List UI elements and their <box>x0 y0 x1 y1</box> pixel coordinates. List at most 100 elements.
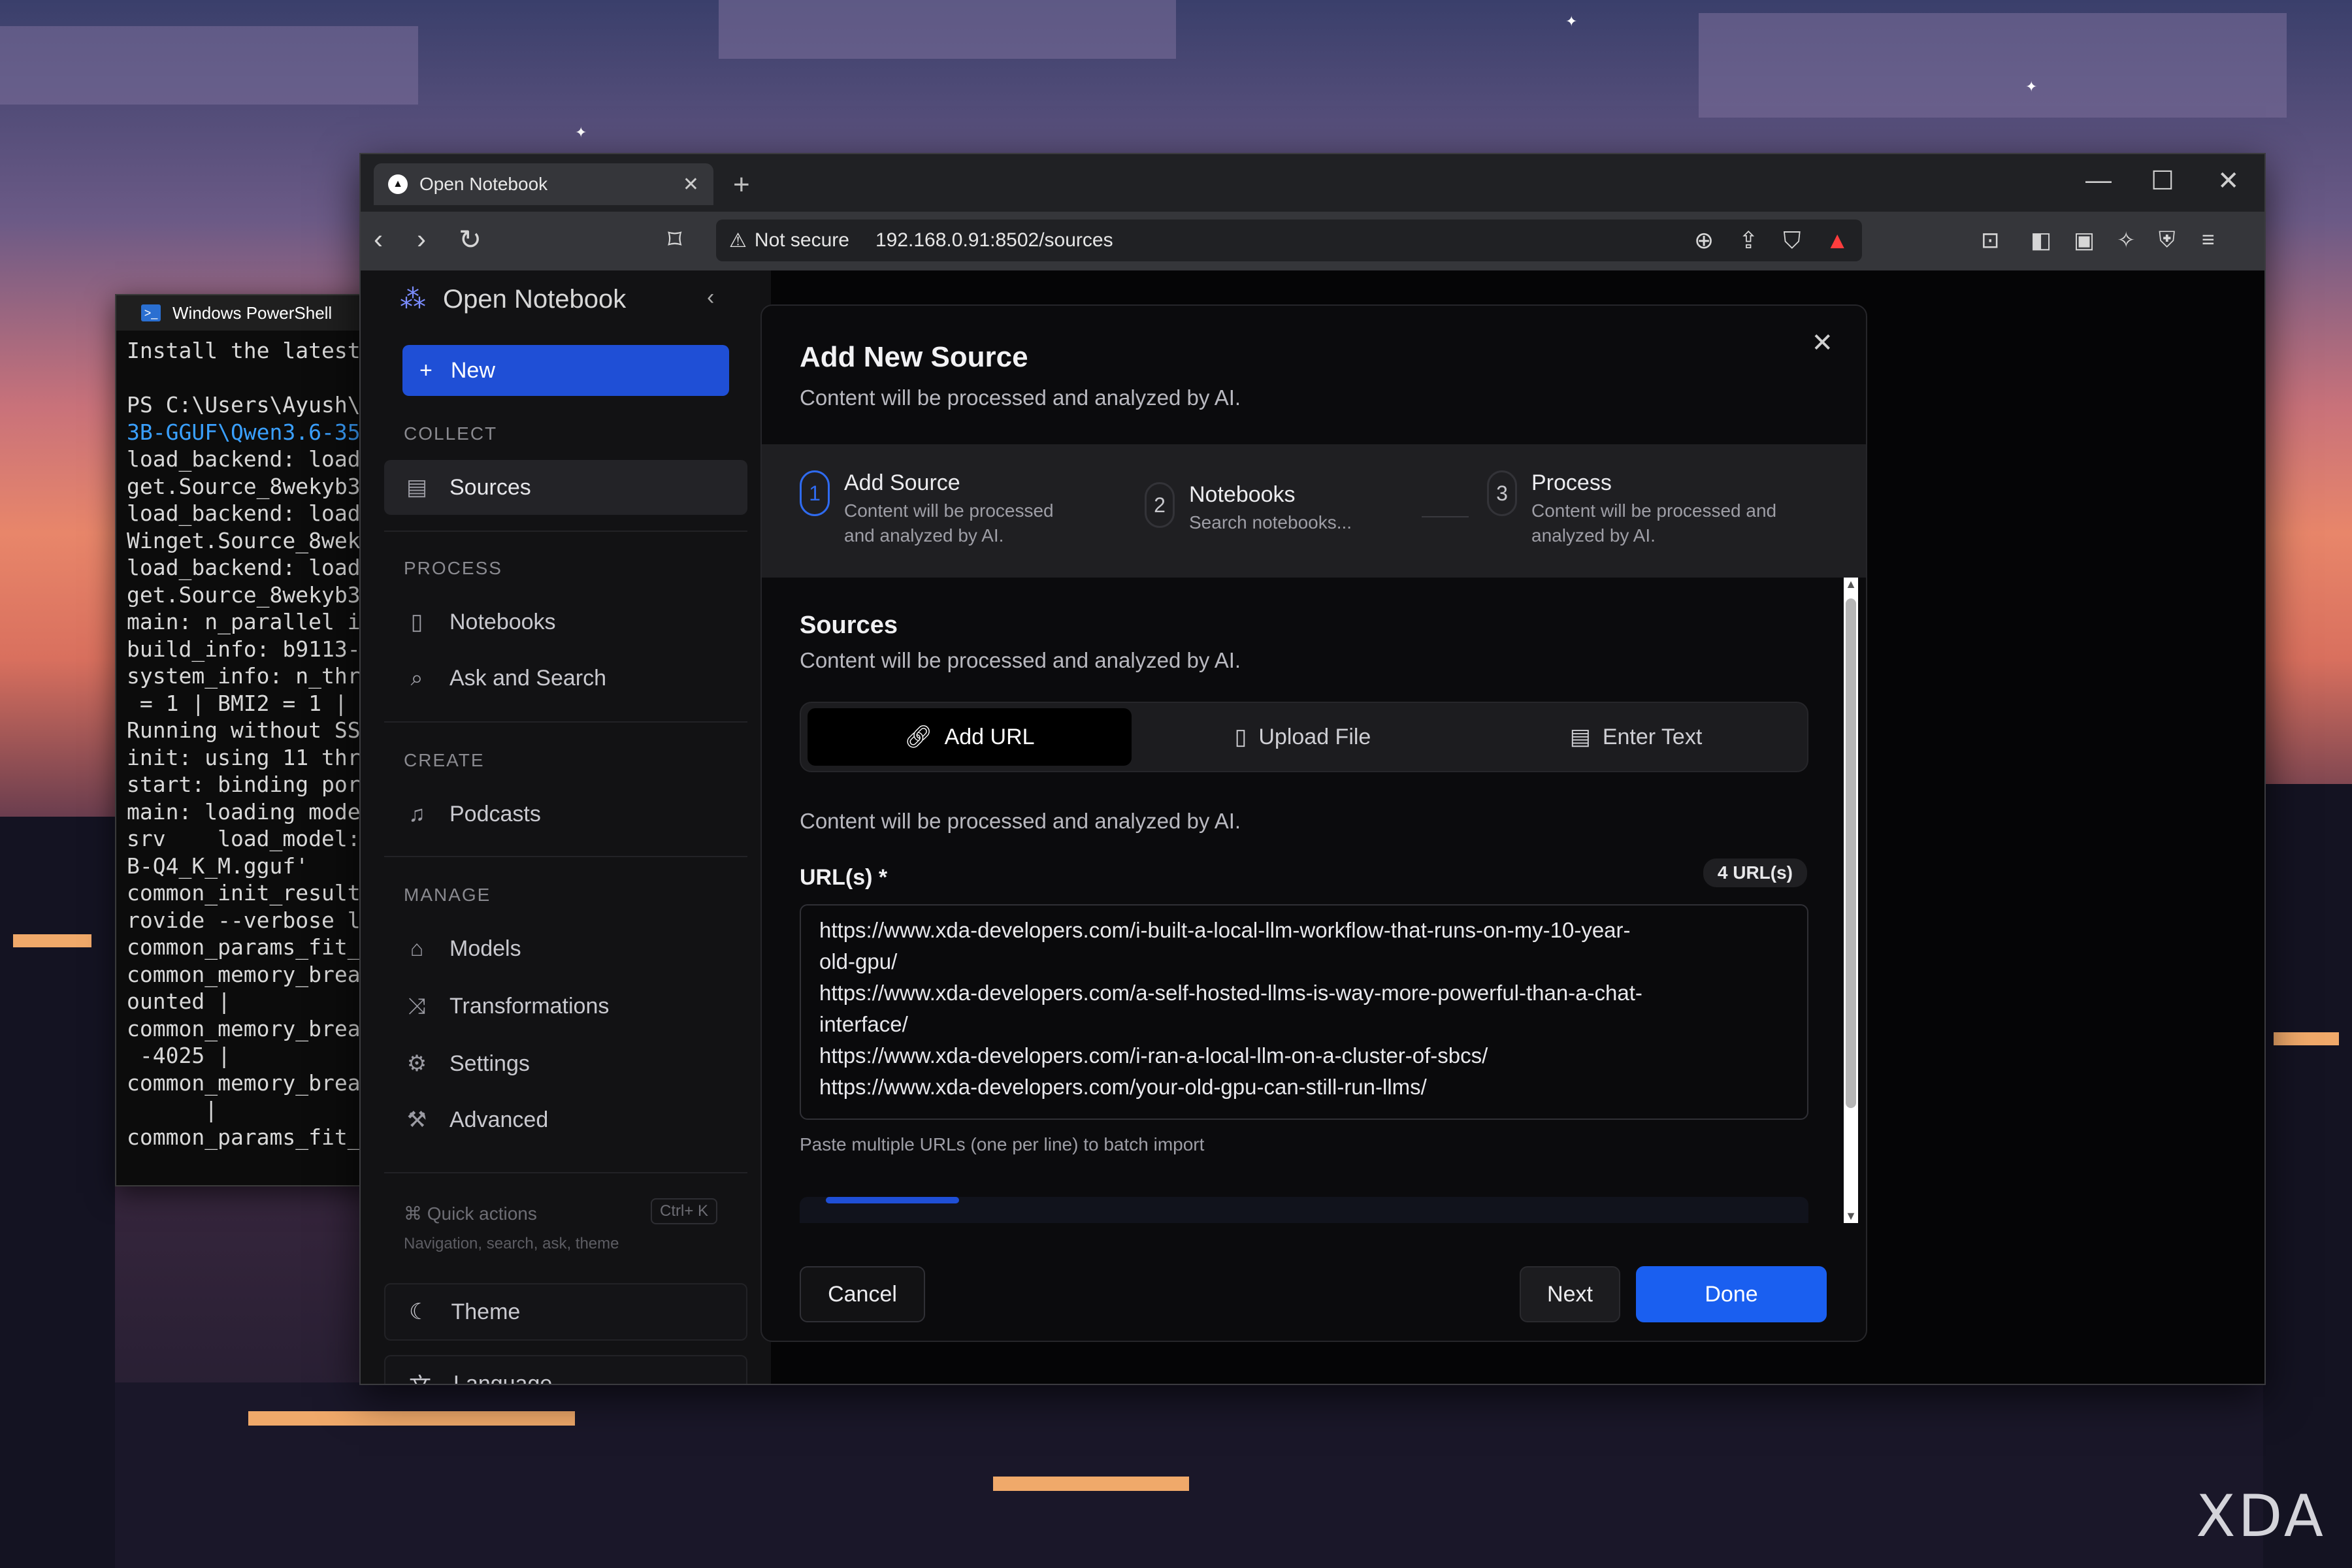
brave-rewards-icon[interactable]: ▲ <box>1825 227 1849 254</box>
sidebar-item-settings[interactable]: ⚙ Settings <box>384 1036 747 1091</box>
divider <box>384 1172 747 1173</box>
step-connector <box>1422 516 1469 517</box>
forward-icon[interactable]: › <box>417 223 426 255</box>
done-button[interactable]: Done <box>1636 1266 1827 1322</box>
app-content: ⁂ Open Notebook ‹ + New COLLECT ▤ Source… <box>361 270 2264 1384</box>
sidebar-item-models[interactable]: ⌂ Models <box>384 921 747 976</box>
divider <box>384 856 747 857</box>
quick-actions-label: Quick actions <box>427 1203 537 1224</box>
sidebar-item-ask-and-search[interactable]: ⌕ Ask and Search <box>384 651 747 706</box>
stepper: 1 Add Source Content will be processed a… <box>762 444 1866 578</box>
terminal-line: init: using 11 thr <box>127 744 361 770</box>
new-button[interactable]: + New <box>402 345 729 396</box>
section-create: CREATE <box>404 750 485 770</box>
divider <box>384 531 747 532</box>
url-textarea[interactable]: https://www.xda-developers.com/i-built-a… <box>800 904 1808 1120</box>
brave-shield-icon[interactable]: ⛉ <box>1783 227 1801 255</box>
vpn-icon[interactable]: ⛨ <box>2159 227 2176 253</box>
step-title: Process <box>1531 470 1612 495</box>
powershell-window[interactable]: >_ Windows PowerShell Install the latest… <box>115 294 379 1186</box>
step-number: 2 <box>1145 482 1175 528</box>
address-bar[interactable]: ⚠ Not secure 192.168.0.91:8502/sources ⊕… <box>716 220 1862 261</box>
tab-upload-file[interactable]: ▯ Upload File <box>1141 708 1465 766</box>
step-notebooks[interactable]: 2 Notebooks Search notebooks... <box>1145 482 1352 535</box>
scroll-up-icon[interactable]: ▲ <box>1845 578 1857 591</box>
back-icon[interactable]: ‹ <box>374 223 383 255</box>
close-window-icon[interactable]: ✕ <box>2217 166 2240 196</box>
sidebar-item-podcasts[interactable]: ♫ Podcasts <box>384 787 747 841</box>
cancel-button[interactable]: Cancel <box>800 1266 925 1322</box>
terminal-line: main: loading mode <box>127 798 361 825</box>
sidebar-item-sources[interactable]: ▤ Sources <box>384 460 747 515</box>
step-add-source[interactable]: 1 Add Source Content will be processed a… <box>800 470 1054 548</box>
scroll-down-icon[interactable]: ▼ <box>1845 1209 1857 1223</box>
powershell-output: Install the latest PS C:\Users\Ayush\ 3B-… <box>116 331 378 1157</box>
cloud <box>1699 13 2287 118</box>
content-note: Content will be processed and analyzed b… <box>800 809 1241 833</box>
file-icon: ▯ <box>1234 725 1247 749</box>
quick-actions[interactable]: ⌘ Quick actions <box>404 1203 537 1224</box>
terminal-line: | <box>127 1097 218 1122</box>
powershell-titlebar[interactable]: >_ Windows PowerShell <box>116 295 378 331</box>
wallet-icon[interactable]: ▣ <box>2074 227 2095 253</box>
terminal-line: common_params_fit_ <box>127 1124 361 1150</box>
terminal-line: rovide --verbose l <box>127 907 361 933</box>
sidebar-toggle-icon[interactable]: ◧ <box>2031 227 2051 253</box>
sidebar-item-transformations[interactable]: ⤨ Transformations <box>384 979 747 1034</box>
language-button[interactable]: 文 Language <box>384 1355 747 1384</box>
sidebar-item-notebooks[interactable]: ▯ Notebooks <box>384 595 747 649</box>
leo-ai-icon[interactable]: ✧ <box>2117 227 2136 253</box>
terminal-line: build_info: b9113- <box>127 636 361 662</box>
xda-watermark: XDA <box>2196 1482 2326 1550</box>
dialog-title: Add New Source <box>800 341 1028 373</box>
terminal-line: common_memory_brea <box>127 1015 361 1041</box>
tab-label: Upload File <box>1258 724 1371 749</box>
gear-icon: ⚙ <box>406 1051 427 1076</box>
step-process[interactable]: 3 Process Content will be processed and … <box>1487 470 1776 548</box>
reload-icon[interactable]: ↻ <box>459 223 482 255</box>
sidebar-item-advanced[interactable]: ⚒ Advanced <box>384 1092 747 1147</box>
bookmark-icon[interactable]: ⌑ <box>668 223 682 255</box>
tab-enter-text[interactable]: ▤ Enter Text <box>1474 708 1798 766</box>
tab-label: Enter Text <box>1602 724 1703 749</box>
next-button[interactable]: Next <box>1520 1266 1620 1322</box>
terminal-line: = 1 | BMI2 = 1 | <box>127 690 348 716</box>
terminal-line: common_init_result <box>127 880 361 906</box>
next-section-preview <box>800 1197 1808 1223</box>
zoom-icon[interactable]: ⊕ <box>1694 227 1714 254</box>
new-tab-icon[interactable]: + <box>733 169 750 201</box>
star-icon: ✦ <box>575 124 587 140</box>
tab-label: Add URL <box>944 724 1035 749</box>
document-icon: ▤ <box>406 475 428 500</box>
terminal-line: system_info: n_thr <box>127 663 361 689</box>
terminal-line: load_backend: load <box>127 446 361 472</box>
star-icon: ✦ <box>2025 78 2038 95</box>
close-dialog-icon[interactable]: ✕ <box>1811 328 1833 358</box>
close-tab-icon[interactable]: ✕ <box>683 173 699 196</box>
collapse-sidebar-icon[interactable]: ‹ <box>707 285 714 310</box>
minimize-icon[interactable]: — <box>2085 166 2112 195</box>
scrollbar-thumb[interactable] <box>1846 598 1856 1108</box>
url-text[interactable]: 192.168.0.91:8502/sources <box>875 229 1113 252</box>
url-line: https://www.xda-developers.com/a-self-ho… <box>819 981 1642 1005</box>
browser-tab[interactable]: ▲ Open Notebook ✕ <box>374 163 713 205</box>
sidebar-item-label: Ask and Search <box>449 665 607 691</box>
theme-button[interactable]: ☾ Theme <box>384 1283 747 1341</box>
screenshot-icon[interactable]: ⊡ <box>1981 227 2000 253</box>
menu-icon[interactable]: ≡ <box>2202 227 2215 253</box>
terminal-line: common_params_fit_ <box>127 934 361 960</box>
lit-window <box>2274 1032 2339 1045</box>
file-text-icon: ▤ <box>1569 725 1591 749</box>
step-number: 1 <box>800 470 830 516</box>
step-description: Search notebooks... <box>1189 512 1352 532</box>
url-line: https://www.xda-developers.com/your-old-… <box>819 1075 1427 1099</box>
tab-add-url[interactable]: 🔗︎ Add URL <box>808 708 1132 766</box>
quick-actions-shortcut: Ctrl+ K <box>651 1198 718 1224</box>
theme-label: Theme <box>451 1299 521 1324</box>
step-description: and analyzed by AI. <box>844 525 1004 546</box>
security-label[interactable]: Not secure <box>755 229 849 252</box>
share-icon[interactable]: ⇪ <box>1739 227 1758 254</box>
maximize-icon[interactable]: ☐ <box>2151 166 2174 196</box>
sidebar-item-label: Advanced <box>449 1107 549 1132</box>
